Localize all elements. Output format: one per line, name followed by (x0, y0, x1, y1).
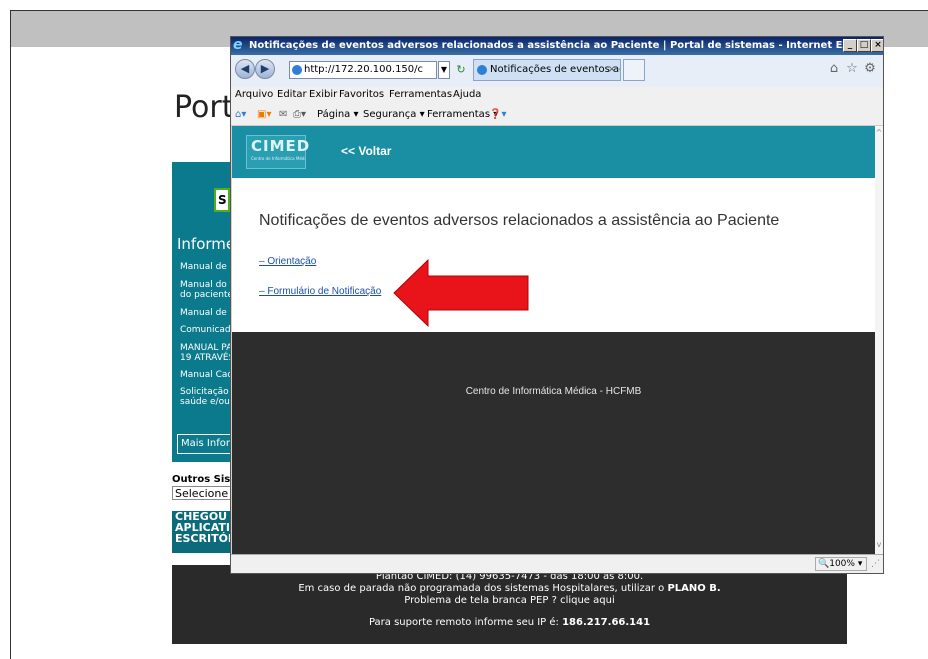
info-link[interactable]: Manual do fo (180, 280, 232, 290)
footer-ip: Para suporte remoto informe seu IP é: 18… (368, 617, 651, 628)
print-icon[interactable]: ⎙▾ (293, 103, 306, 126)
menu-arquivo[interactable]: Arquivo (235, 87, 273, 103)
cimed-logo[interactable]: CIMED Centro de Informática Médica Hospi… (246, 135, 309, 169)
browser-tab[interactable]: Notificações de eventos adv... × (473, 59, 621, 81)
portal-search-button[interactable]: S (214, 188, 230, 212)
back-icon[interactable]: ◀ (235, 59, 255, 79)
formulario-notificacao-link[interactable]: – Formulário de Notificação (259, 286, 381, 297)
ie-window: e Notificações de eventos adversos relac… (230, 36, 884, 574)
page-title: Notificações de eventos adversos relacio… (259, 212, 780, 229)
home-cmd-icon[interactable]: ⌂▾ (235, 103, 246, 126)
navigation-bar: ◀ ▶ http://172.20.100.150/c ▼ ↻ Notifica… (231, 55, 883, 87)
plano-b-link[interactable]: PLANO B. (667, 583, 720, 594)
app-banner[interactable]: CHEGOU APLICATI ESCRITÓR (172, 511, 232, 553)
info-link[interactable]: Manual de a (180, 262, 232, 272)
command-bar: ⌂▾ ▣▾ ✉ ⎙▾ Página ▾ Segurança ▾ Ferramen… (231, 103, 883, 126)
site-icon (292, 65, 302, 75)
address-dropdown-icon[interactable]: ▼ (438, 61, 450, 79)
home-icon[interactable]: ⌂ (827, 61, 841, 77)
page-footer: Centro de Informática Médica - HCFMB (232, 332, 875, 554)
more-info-button[interactable]: Mais Inform (177, 434, 232, 454)
close-button[interactable]: × (871, 39, 883, 52)
menu-bar: Arquivo Editar Exibir Favoritos Ferramen… (231, 87, 883, 103)
window-titlebar[interactable]: e Notificações de eventos adversos relac… (231, 37, 883, 55)
resize-grip-icon[interactable]: ⋰ (871, 559, 880, 569)
footer-tela-branca-link[interactable]: Problema de tela branca PEP ? clique aqu… (172, 595, 847, 606)
feeds-icon[interactable]: ▣▾ (257, 103, 271, 126)
cmd-pagina[interactable]: Página ▾ (317, 103, 359, 126)
other-systems-select[interactable]: Selecione (172, 486, 232, 500)
menu-ajuda[interactable]: Ajuda (453, 87, 481, 103)
address-url: http://172.20.100.150/c (304, 64, 424, 75)
portal-footer: Plantão CIMED: (14) 99635-7473 - das 18:… (172, 565, 847, 644)
back-link[interactable]: << Voltar (341, 144, 391, 158)
zoom-control[interactable]: 🔍100% ▾ (815, 557, 867, 571)
window-title: Notificações de eventos adversos relacio… (249, 40, 883, 51)
refresh-icon[interactable]: ↻ (453, 61, 469, 79)
footer-text: Centro de Informática Médica - HCFMB (465, 386, 642, 397)
scroll-down-icon[interactable]: v (875, 540, 883, 550)
red-arrow-annotation (393, 258, 529, 328)
menu-exibir[interactable]: Exibir (309, 87, 337, 103)
info-link[interactable]: 19 ATRAVÉS (180, 353, 232, 363)
info-link[interactable]: Manual Cada (180, 370, 232, 380)
info-link[interactable]: saúde e/ou (180, 397, 230, 407)
new-tab-button[interactable] (623, 59, 645, 81)
tab-site-icon (477, 65, 487, 75)
ie-logo-icon: e (233, 37, 243, 53)
minimize-button[interactable]: _ (843, 39, 857, 52)
tab-label: Notificações de eventos adv... (490, 64, 620, 75)
footer-plano-b: Em caso de parada não programada dos sis… (298, 583, 721, 594)
settings-gear-icon[interactable]: ⚙ (863, 61, 877, 77)
favorites-star-icon[interactable]: ☆ (845, 61, 859, 77)
mail-icon[interactable]: ✉ (279, 103, 287, 126)
help-icon[interactable]: ❓▾ (489, 103, 506, 126)
tab-close-icon[interactable]: × (608, 60, 616, 80)
menu-editar[interactable]: Editar (277, 87, 307, 103)
banner-line: ESCRITÓR (175, 532, 232, 545)
info-link[interactable]: Manual de tr (180, 308, 232, 318)
info-link[interactable]: Solicitação d (180, 387, 232, 397)
vertical-scrollbar[interactable]: ^ v (875, 126, 883, 554)
scroll-up-icon[interactable]: ^ (875, 128, 883, 138)
info-link[interactable]: MANUAL PAR (180, 343, 232, 353)
cmd-ferramentas[interactable]: Ferramentas ▾ (427, 103, 498, 126)
address-bar[interactable]: http://172.20.100.150/c (289, 61, 437, 79)
orientacao-link[interactable]: – Orientação (259, 256, 316, 267)
cmd-seguranca[interactable]: Segurança ▾ (363, 103, 425, 126)
info-link[interactable]: Comunicado (180, 325, 232, 335)
menu-favoritos[interactable]: Favoritos (339, 87, 384, 103)
info-panel-title: Informe (177, 235, 232, 253)
status-bar: 🔍100% ▾ ⋰ (231, 554, 883, 573)
page-content: CIMED Centro de Informática Médica Hospi… (232, 126, 875, 554)
maximize-button[interactable]: □ (857, 39, 871, 52)
info-link[interactable]: do paciente (180, 290, 232, 300)
page-header: CIMED Centro de Informática Médica Hospi… (232, 126, 875, 178)
portal-info-panel: Informe Manual de a Manual do fo do paci… (172, 232, 232, 462)
portal-title: Port (174, 90, 234, 125)
forward-icon[interactable]: ▶ (255, 59, 275, 79)
menu-ferramentas[interactable]: Ferramentas (389, 87, 452, 103)
